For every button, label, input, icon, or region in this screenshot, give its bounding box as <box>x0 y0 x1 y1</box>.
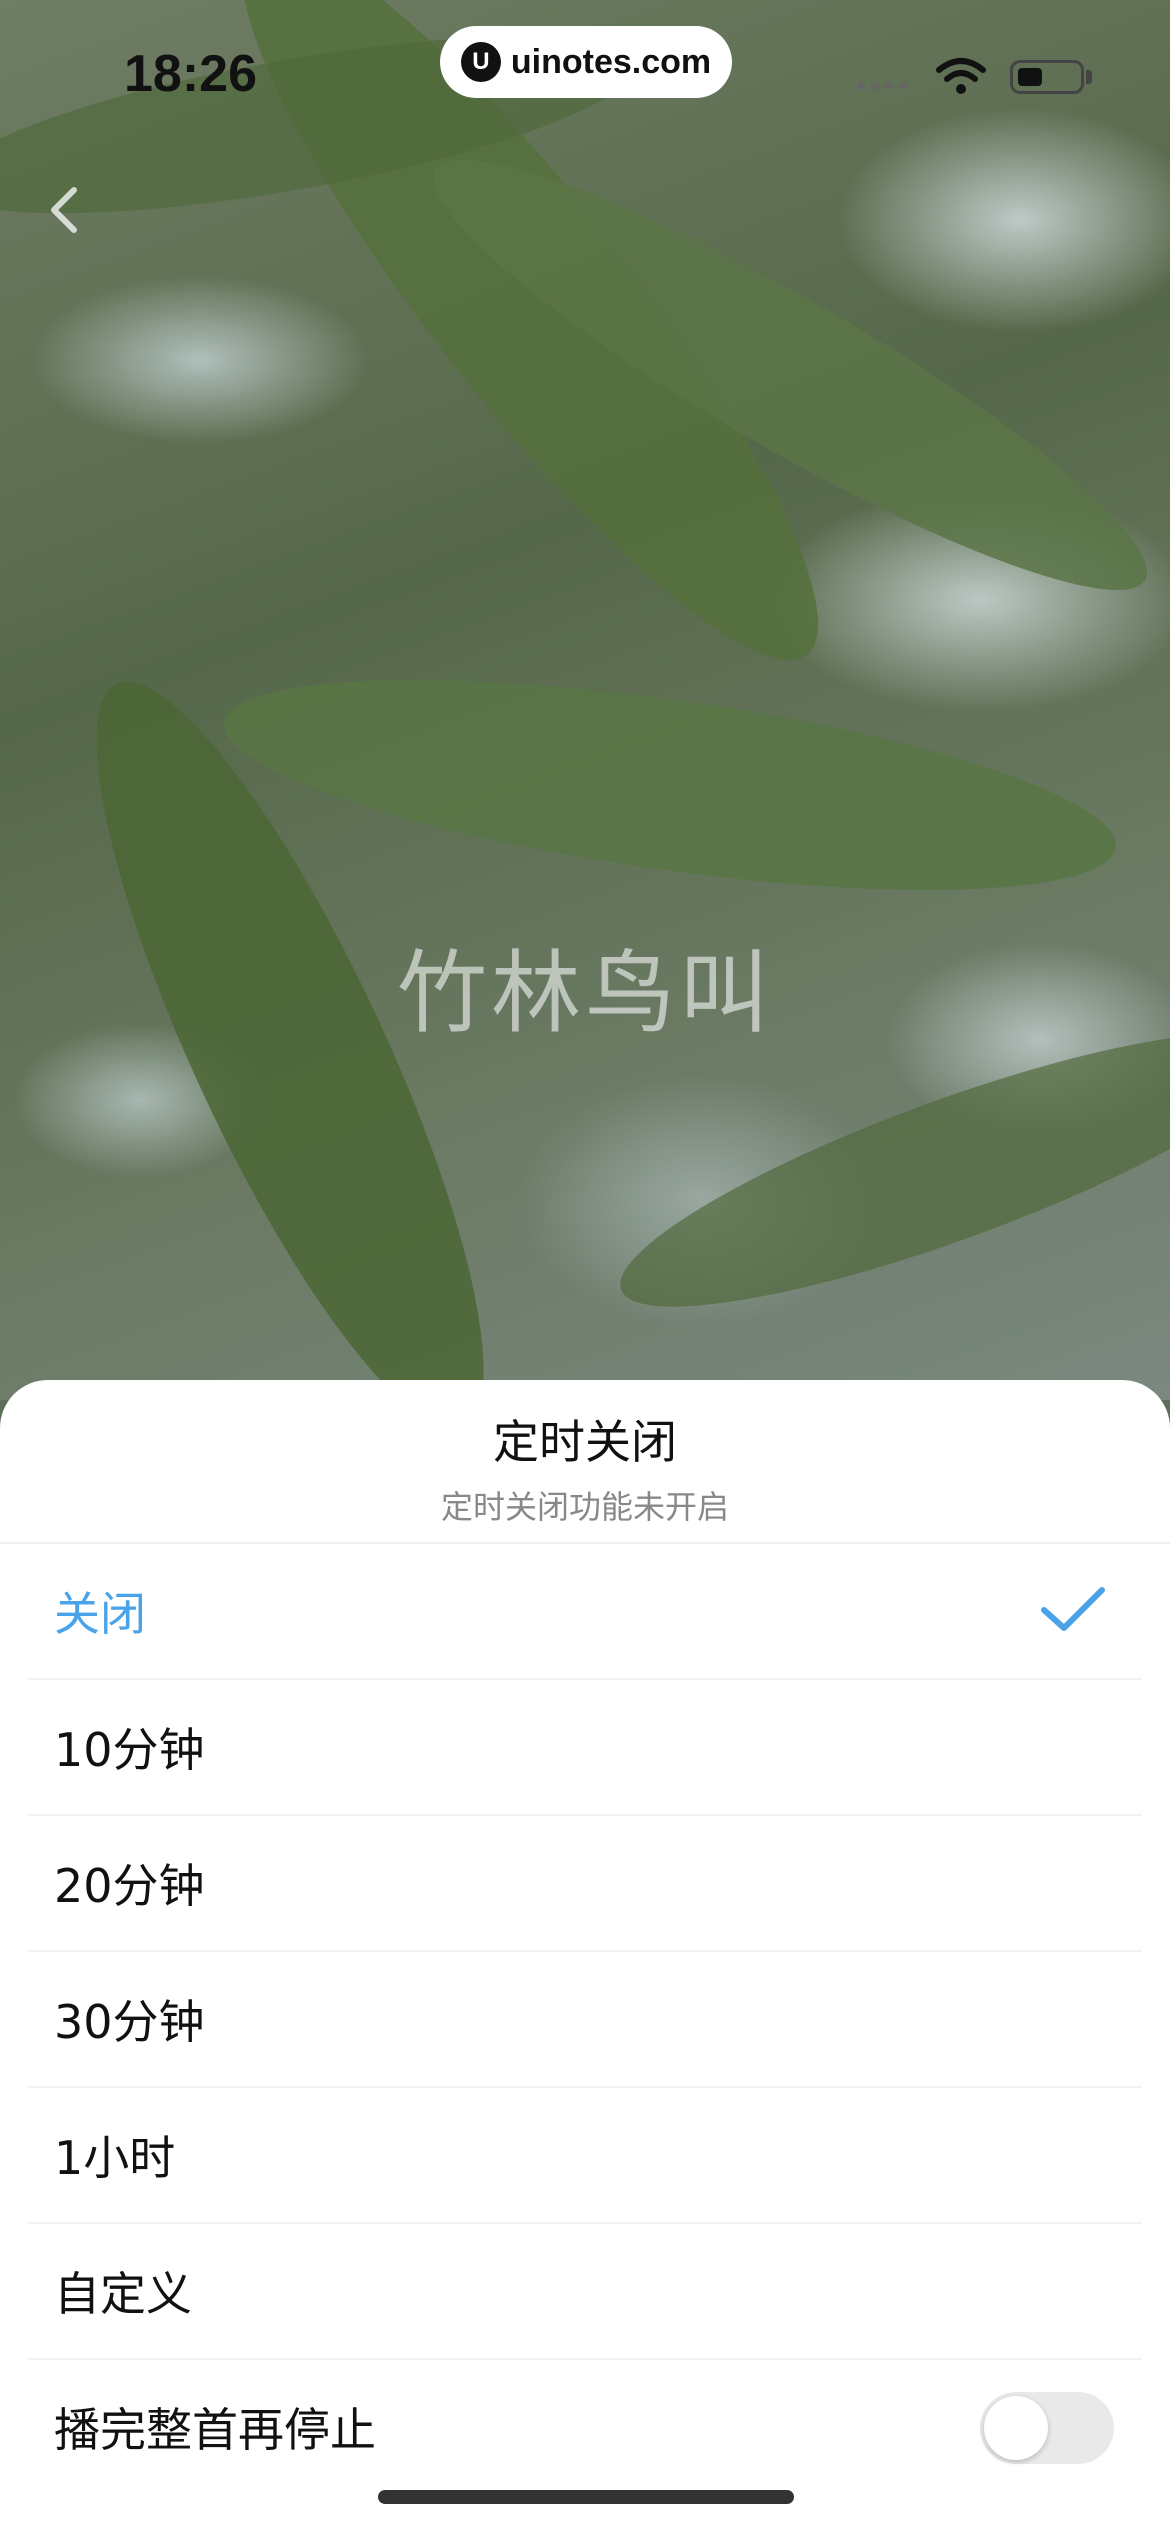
stop-after-track-row: 播完整首再停止 <box>28 2360 1142 2494</box>
stop-after-track-toggle[interactable] <box>980 2392 1114 2464</box>
battery-icon <box>1010 60 1084 94</box>
option-label: 20分钟 <box>54 1859 205 1913</box>
check-icon <box>1041 1587 1105 1631</box>
background-image <box>0 0 1170 1467</box>
wifi-icon <box>936 58 986 94</box>
watermark-logo-icon: U <box>460 42 501 82</box>
option-label: 30分钟 <box>54 1995 205 2049</box>
toggle-knob <box>984 2396 1048 2460</box>
sheet-header: 定时关闭 定时关闭功能未开启 <box>0 1380 1170 1544</box>
status-bar: 18:26 U uinotes.com <box>0 0 1170 150</box>
home-indicator[interactable] <box>378 2490 794 2504</box>
track-title: 竹林鸟叫 <box>397 941 773 1046</box>
option-custom[interactable]: 自定义 <box>28 2224 1142 2360</box>
signal-icon <box>857 82 907 90</box>
option-label: 1小时 <box>54 2131 176 2185</box>
timer-sheet: 定时关闭 定时关闭功能未开启 关闭 10分钟 20分钟 30分钟 1小时 自定义… <box>0 1380 1170 2532</box>
option-10-min[interactable]: 10分钟 <box>28 1680 1142 1816</box>
back-arrow-icon[interactable] <box>36 170 96 250</box>
option-label: 自定义 <box>54 2267 192 2321</box>
sheet-title: 定时关闭 <box>493 1415 677 1469</box>
option-label: 10分钟 <box>54 1723 205 1777</box>
option-1-hour[interactable]: 1小时 <box>28 2088 1142 2224</box>
option-30-min[interactable]: 30分钟 <box>28 1952 1142 2088</box>
watermark-text: uinotes.com <box>510 42 712 81</box>
watermark-badge: U uinotes.com <box>440 26 732 98</box>
option-label: 关闭 <box>54 1587 146 1641</box>
option-20-min[interactable]: 20分钟 <box>28 1816 1142 1952</box>
status-time: 18:26 <box>124 45 257 103</box>
sheet-subtitle: 定时关闭功能未开启 <box>440 1488 729 1526</box>
option-off[interactable]: 关闭 <box>28 1544 1142 1680</box>
stop-after-track-label: 播完整首再停止 <box>54 2403 376 2457</box>
